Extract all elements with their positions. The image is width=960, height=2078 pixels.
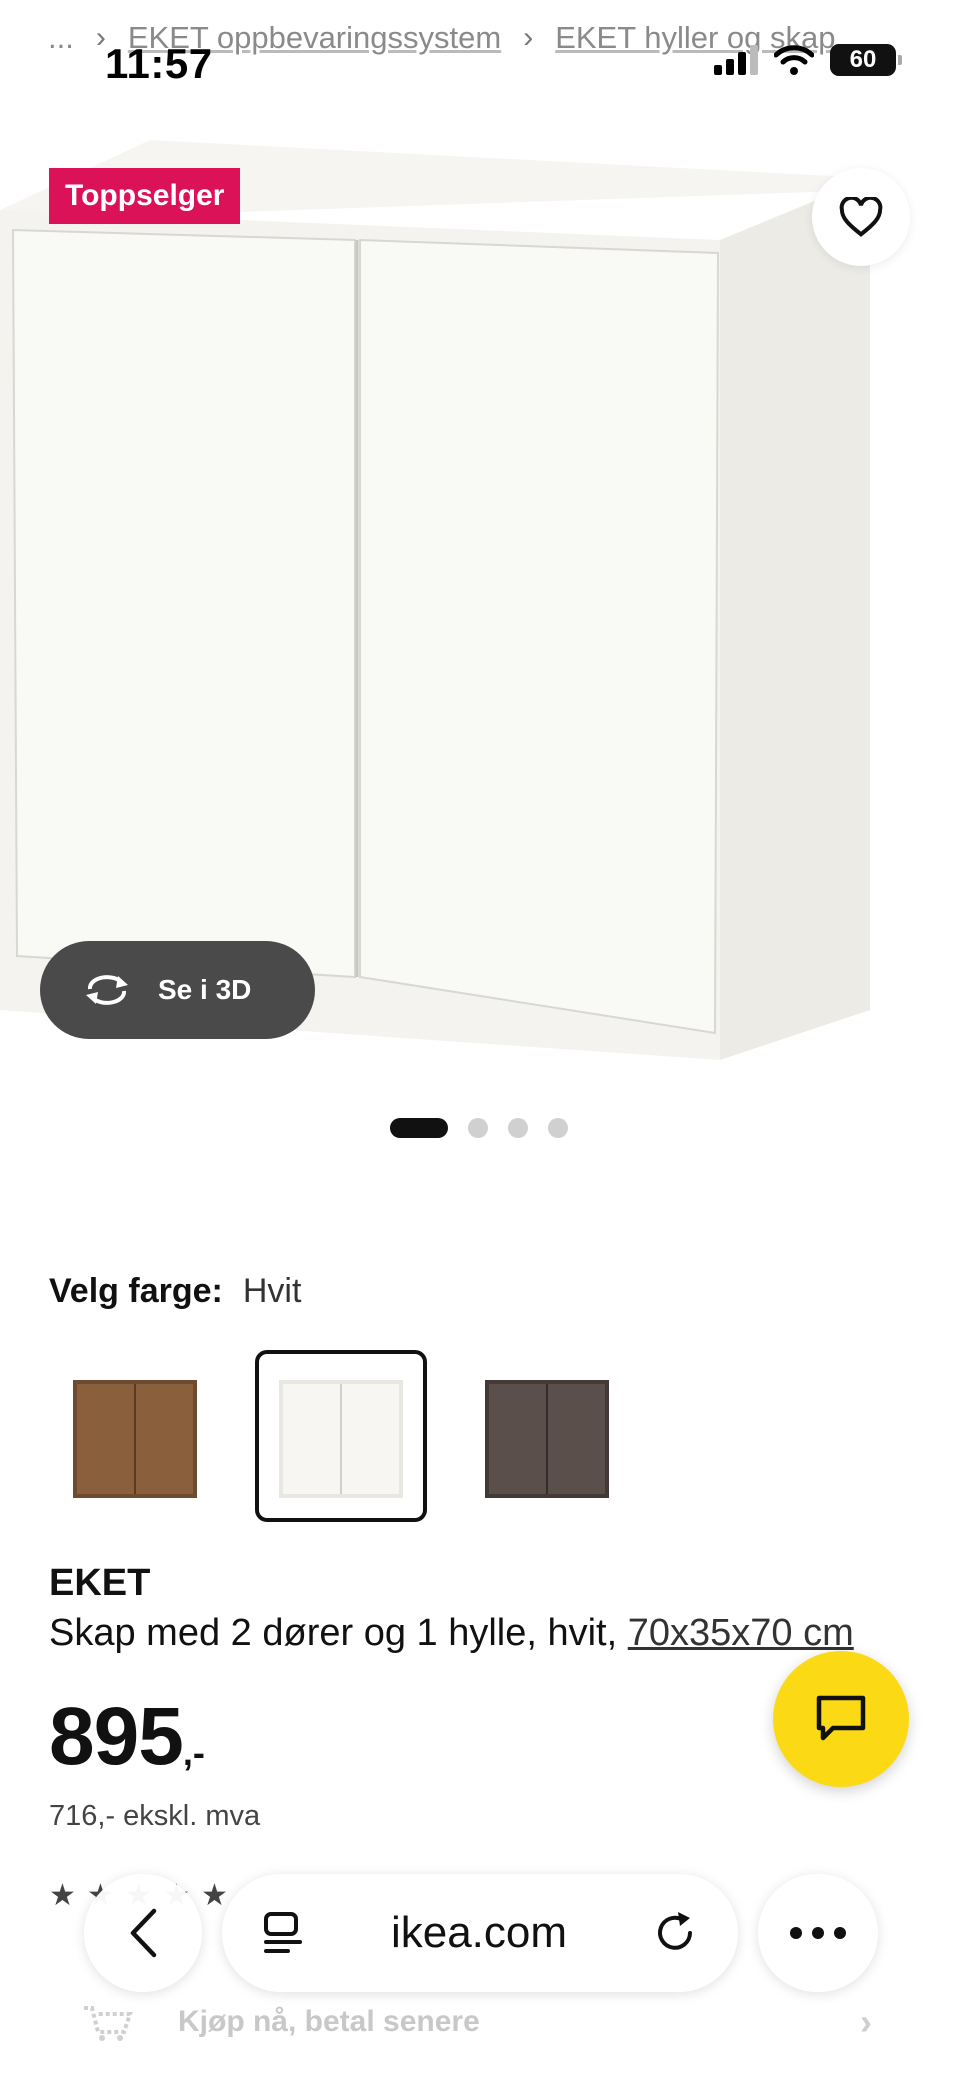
carousel-dot[interactable] xyxy=(548,1118,568,1138)
color-swatch-walnut[interactable] xyxy=(49,1350,221,1522)
chevron-left-icon xyxy=(130,1908,157,1958)
chat-button[interactable] xyxy=(773,1651,909,1787)
product-dimensions-link[interactable]: 70x35x70 cm xyxy=(628,1612,854,1654)
signal-icon xyxy=(714,45,758,75)
price-ex-vat: 716,- ekskl. mva xyxy=(49,1800,261,1832)
color-swatch-white[interactable] xyxy=(255,1350,427,1522)
cabinet-thumbnail-white xyxy=(279,1380,403,1498)
cabinet-thumbnail-dark-grey xyxy=(485,1380,609,1498)
carousel-dots xyxy=(390,1118,568,1138)
cart-icon xyxy=(84,2006,133,2041)
chat-icon xyxy=(816,1695,866,1741)
product-description: Skap med 2 dører og 1 hylle, hvit, 70x35… xyxy=(49,1612,854,1655)
price-integer: 895 xyxy=(49,1691,184,1782)
back-button[interactable] xyxy=(84,1874,202,1992)
address-bar[interactable]: ikea.com xyxy=(222,1874,738,1992)
price-suffix: ,- xyxy=(182,1732,205,1773)
view-3d-label: Se i 3D xyxy=(158,974,252,1005)
browser-toolbar: ikea.com xyxy=(0,1874,960,2004)
url-text: ikea.com xyxy=(390,1908,568,1957)
color-swatch-dark-grey[interactable] xyxy=(461,1350,633,1522)
status-bar: 11:57 60 xyxy=(0,36,960,92)
heart-icon xyxy=(839,197,883,237)
pay-later-row[interactable]: Kjøp nå, betal senere › xyxy=(82,2001,872,2042)
carousel-dot[interactable] xyxy=(468,1118,488,1138)
color-value: Hvit xyxy=(242,1272,302,1310)
status-icons: 60 xyxy=(714,44,902,76)
battery-level: 60 xyxy=(849,46,877,73)
rotate-3d-icon xyxy=(86,975,128,1005)
reload-icon[interactable] xyxy=(652,1910,698,1956)
badge-label: Toppselger xyxy=(65,179,225,212)
tab-overview-icon xyxy=(264,1912,302,1953)
product-image[interactable] xyxy=(0,120,960,1080)
more-button[interactable] xyxy=(758,1874,878,1992)
product-name: EKET xyxy=(49,1562,151,1604)
top-seller-badge: Toppselger xyxy=(49,168,241,224)
color-label: Velg farge: xyxy=(49,1272,223,1310)
product-price: 895 ,- xyxy=(49,1692,205,1782)
cabinet-thumbnail-walnut xyxy=(73,1380,197,1498)
carousel-dot[interactable] xyxy=(508,1118,528,1138)
wifi-icon xyxy=(774,45,814,75)
pay-later-label: Kjøp nå, betal senere xyxy=(178,2005,480,2038)
product-description-text: Skap med 2 dører og 1 hylle, hvit, xyxy=(49,1612,618,1654)
status-time: 11:57 xyxy=(105,40,213,87)
battery-icon: 60 xyxy=(830,44,902,76)
color-swatches xyxy=(49,1350,633,1522)
carousel-dot[interactable] xyxy=(390,1118,448,1138)
color-selector-label: Velg farge: Hvit xyxy=(49,1272,301,1311)
view-in-3d-button[interactable]: Se i 3D xyxy=(40,941,315,1039)
chevron-right-icon: › xyxy=(860,2001,872,2042)
more-icon xyxy=(790,1927,846,1939)
favorite-button[interactable] xyxy=(812,168,910,266)
